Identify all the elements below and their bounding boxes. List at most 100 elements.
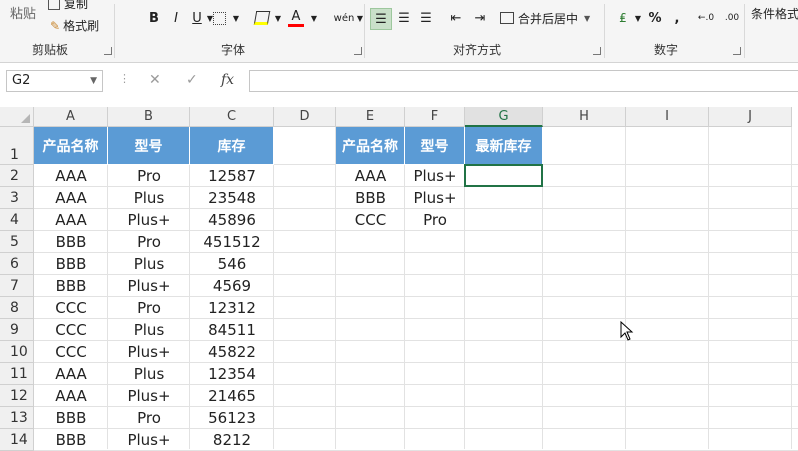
table_right-header-cell[interactable]: 型号 — [405, 127, 465, 165]
table_left-cell[interactable]: Plus — [108, 187, 190, 209]
phonetic-dropdown-icon[interactable]: ▼ — [356, 8, 364, 28]
accounting-format-button[interactable]: ₤ — [612, 8, 634, 28]
table_left-cell[interactable]: 12354 — [190, 363, 274, 385]
select-all-button[interactable] — [0, 107, 34, 127]
table_left-header-cell[interactable]: 型号 — [108, 127, 190, 165]
underline-button[interactable]: U — [190, 8, 204, 28]
row-header-14[interactable]: 14 — [0, 429, 34, 451]
phonetic-guide-button[interactable]: wén — [330, 8, 358, 28]
table_left-cell[interactable]: 451512 — [190, 231, 274, 253]
increase-decimal-button[interactable]: ←.0 — [694, 8, 718, 28]
table_left-cell[interactable]: 45822 — [190, 341, 274, 363]
table_right-cell[interactable]: BBB — [336, 187, 405, 209]
row-header-10[interactable]: 10 — [0, 341, 34, 363]
table_left-cell[interactable]: Plus — [108, 253, 190, 275]
alignment-launcher-icon[interactable] — [593, 47, 601, 55]
format-painter-button[interactable]: ✎ 格式刷 — [50, 17, 99, 34]
table_left-cell[interactable]: CCC — [34, 297, 108, 319]
table_left-cell[interactable]: 4569 — [190, 275, 274, 297]
italic-button[interactable]: I — [168, 8, 184, 28]
name-box[interactable]: G2 ▼ — [6, 70, 103, 92]
column-header-d[interactable]: D — [274, 107, 336, 127]
table_right-header-cell[interactable]: 最新库存 — [465, 127, 543, 165]
table_left-cell[interactable]: 12312 — [190, 297, 274, 319]
column-header-e[interactable]: E — [336, 107, 405, 127]
row-header-2[interactable]: 2 — [0, 165, 34, 187]
row-header-9[interactable]: 9 — [0, 319, 34, 341]
table_left-cell[interactable]: 12587 — [190, 165, 274, 187]
fill-color-dropdown-icon[interactable]: ▼ — [274, 8, 282, 28]
table_left-cell[interactable]: Pro — [108, 231, 190, 253]
row-header-12[interactable]: 12 — [0, 385, 34, 407]
table_left-cell[interactable]: Plus+ — [108, 275, 190, 297]
comma-button[interactable]: , — [670, 8, 684, 28]
column-header-g[interactable]: G — [465, 107, 543, 127]
table_left-cell[interactable]: Plus — [108, 319, 190, 341]
column-header-a[interactable]: A — [34, 107, 108, 127]
table_left-cell[interactable]: BBB — [34, 231, 108, 253]
table_right-cell[interactable] — [465, 165, 543, 187]
align-center-button[interactable]: ☰ — [394, 8, 414, 28]
table_right-cell[interactable]: AAA — [336, 165, 405, 187]
table_left-cell[interactable]: 84511 — [190, 319, 274, 341]
fill-color-button[interactable] — [252, 8, 272, 28]
table_left-cell[interactable]: 8212 — [190, 429, 274, 451]
decrease-indent-button[interactable]: ⇤ — [446, 8, 466, 28]
copy-button[interactable]: 复制 — [48, 0, 88, 12]
merge-center-button[interactable]: 合并后居中 ▼ — [500, 8, 594, 28]
table_left-cell[interactable]: BBB — [34, 253, 108, 275]
table_left-cell[interactable]: AAA — [34, 165, 108, 187]
decrease-decimal-button[interactable]: .00 — [720, 8, 744, 28]
more-options-icon[interactable]: ⋮ — [119, 72, 130, 85]
table_left-header-cell[interactable]: 产品名称 — [34, 127, 108, 165]
column-header-j[interactable]: J — [709, 107, 792, 127]
enter-icon[interactable]: ✓ — [186, 72, 198, 88]
row-header-13[interactable]: 13 — [0, 407, 34, 429]
insert-function-icon[interactable]: fx — [221, 72, 234, 88]
bold-button[interactable]: B — [146, 8, 162, 28]
merge-dropdown-icon[interactable]: ▼ — [584, 14, 590, 23]
table_left-cell[interactable]: BBB — [34, 429, 108, 451]
column-header-f[interactable]: F — [405, 107, 465, 127]
row-header-11[interactable]: 11 — [0, 363, 34, 385]
row-header-3[interactable]: 3 — [0, 187, 34, 209]
percent-button[interactable]: % — [646, 8, 664, 28]
borders-button[interactable] — [210, 8, 228, 28]
table_left-cell[interactable]: BBB — [34, 275, 108, 297]
table_right-cell[interactable]: Pro — [405, 209, 465, 231]
cancel-icon[interactable]: ✕ — [149, 72, 161, 88]
table_left-cell[interactable]: 45896 — [190, 209, 274, 231]
table_left-cell[interactable]: AAA — [34, 363, 108, 385]
increase-indent-button[interactable]: ⇥ — [470, 8, 490, 28]
table_right-cell[interactable] — [465, 209, 543, 231]
table_left-cell[interactable]: Plus+ — [108, 341, 190, 363]
row-header-1[interactable]: 1 — [0, 127, 34, 165]
table_left-cell[interactable]: Plus+ — [108, 209, 190, 231]
clipboard-launcher-icon[interactable] — [104, 47, 112, 55]
table_left-cell[interactable]: BBB — [34, 407, 108, 429]
align-right-button[interactable]: ☰ — [416, 8, 436, 28]
row-header-8[interactable]: 8 — [0, 297, 34, 319]
conditional-format-button[interactable]: 条件格式 — [751, 5, 798, 22]
table_left-cell[interactable]: 21465 — [190, 385, 274, 407]
number-launcher-icon[interactable] — [733, 47, 741, 55]
table_left-cell[interactable]: AAA — [34, 385, 108, 407]
table_right-cell[interactable]: Plus+ — [405, 187, 465, 209]
formula-input[interactable] — [249, 70, 798, 92]
table_left-cell[interactable]: 56123 — [190, 407, 274, 429]
row-header-7[interactable]: 7 — [0, 275, 34, 297]
table_left-cell[interactable]: Plus+ — [108, 385, 190, 407]
table_left-cell[interactable]: Pro — [108, 165, 190, 187]
table_left-cell[interactable]: 23548 — [190, 187, 274, 209]
table_left-cell[interactable]: Plus+ — [108, 429, 190, 451]
row-header-4[interactable]: 4 — [0, 209, 34, 231]
table_left-cell[interactable]: AAA — [34, 209, 108, 231]
font-color-button[interactable]: A — [288, 8, 304, 27]
column-header-h[interactable]: H — [543, 107, 626, 127]
table_left-cell[interactable]: Pro — [108, 297, 190, 319]
table_right-cell[interactable]: CCC — [336, 209, 405, 231]
table_left-cell[interactable]: 546 — [190, 253, 274, 275]
row-header-5[interactable]: 5 — [0, 231, 34, 253]
row-header-6[interactable]: 6 — [0, 253, 34, 275]
table_left-header-cell[interactable]: 库存 — [190, 127, 274, 165]
